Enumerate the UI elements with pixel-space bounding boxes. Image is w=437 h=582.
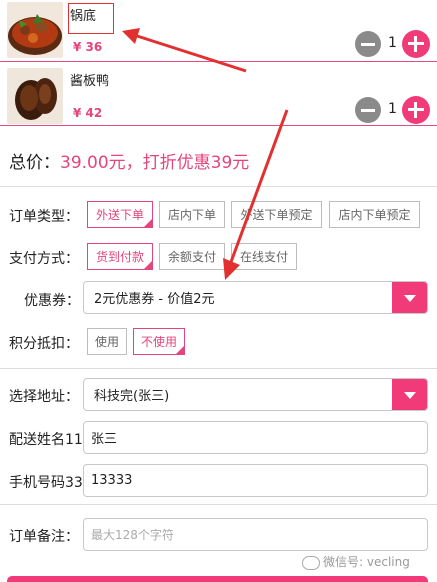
cart-item: 酱板鸭 ¥ 42 1 [0, 64, 437, 126]
annotation-highlight-box [68, 3, 114, 34]
submit-button[interactable] [7, 576, 428, 582]
coupon-select[interactable]: 2元优惠券 - 价值2元 [83, 281, 428, 314]
recipient-label: 配送姓名11 [9, 432, 83, 448]
order-type-option-delivery-reserve[interactable]: 外送下单预定 [231, 201, 322, 228]
payment-option-cod[interactable]: 货到付款 [87, 243, 153, 270]
watermark-text: 微信号: vecling [323, 555, 410, 569]
dropdown-caret-icon[interactable] [392, 282, 427, 313]
item-quantity: 1 [388, 101, 397, 117]
address-select[interactable]: 科技完(张三) [83, 378, 428, 411]
watermark: 微信号: vecling [302, 553, 410, 570]
remark-label: 订单备注： [9, 529, 79, 545]
order-type-label: 订单类型： [9, 209, 79, 225]
decrease-quantity-button[interactable] [355, 31, 381, 57]
cart-item: 锅底 ¥ 36 1 [0, 0, 437, 62]
decrease-quantity-button[interactable] [355, 97, 381, 123]
points-label: 积分抵扣： [9, 336, 79, 352]
recipient-name-input[interactable]: 张三 [83, 421, 428, 454]
order-type-option-delivery[interactable]: 外送下单 [87, 201, 153, 228]
item-quantity: 1 [388, 35, 397, 51]
payment-option-balance[interactable]: 余额支付 [159, 243, 225, 270]
remark-input[interactable]: 最大128个字符 [83, 518, 428, 551]
duck-thumbnail [7, 68, 63, 124]
wechat-icon [302, 555, 320, 570]
dropdown-caret-icon[interactable] [392, 379, 427, 410]
coupon-label: 优惠券： [24, 293, 80, 309]
divider [0, 186, 437, 187]
increase-quantity-button[interactable] [402, 96, 430, 124]
divider [0, 504, 437, 505]
payment-option-online[interactable]: 在线支付 [231, 243, 297, 270]
divider [0, 368, 437, 369]
total-amount: 39.00元，打折优惠39元 [60, 153, 250, 173]
points-option-dont-use[interactable]: 不使用 [133, 328, 185, 355]
phone-input[interactable]: 13333 [83, 464, 428, 497]
address-value: 科技完(张三) [94, 389, 170, 404]
total-price: 总价：39.00元，打折优惠39元 [9, 148, 249, 173]
increase-quantity-button[interactable] [402, 30, 430, 58]
payment-method-label: 支付方式： [9, 251, 79, 267]
item-price: ¥ 36 [73, 40, 103, 54]
item-price: ¥ 42 [73, 106, 103, 120]
points-option-use[interactable]: 使用 [87, 328, 127, 355]
order-type-option-dine-in[interactable]: 店内下单 [159, 201, 225, 228]
hotpot-thumbnail [7, 2, 63, 58]
total-label: 总价： [9, 153, 60, 173]
phone-label: 手机号码33 [9, 475, 83, 491]
item-name: 酱板鸭 [70, 74, 110, 89]
address-label: 选择地址： [9, 389, 79, 405]
coupon-value: 2元优惠券 - 价值2元 [94, 292, 215, 307]
order-type-option-dine-in-reserve[interactable]: 店内下单预定 [329, 201, 420, 228]
